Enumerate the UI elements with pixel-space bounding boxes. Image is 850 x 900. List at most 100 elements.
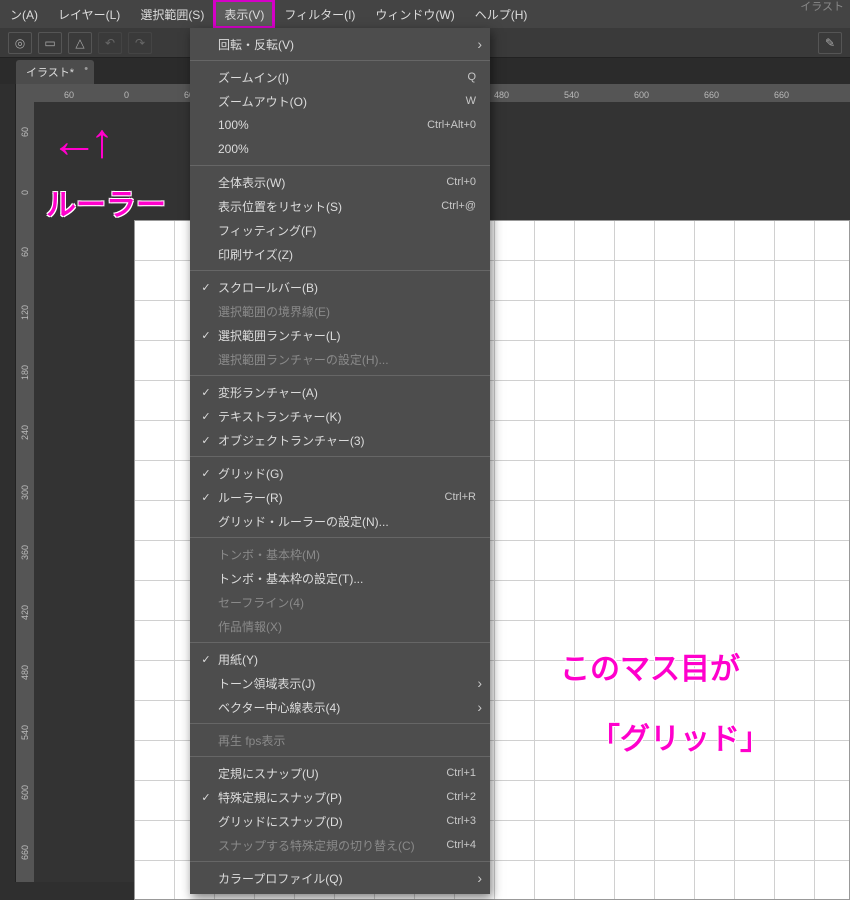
menu-item: 再生 fps表示 — [190, 728, 490, 752]
check-icon: ✓ — [198, 653, 214, 666]
menu-item-filter[interactable]: フィルター(I) — [274, 0, 365, 28]
menu-separator — [190, 60, 490, 61]
menu-item[interactable]: ✓用紙(Y) — [190, 647, 490, 671]
menu-item-label: グリッドにスナップ(D) — [214, 813, 446, 830]
menu-item[interactable]: ✓ルーラー(R)Ctrl+R — [190, 485, 490, 509]
menu-separator — [190, 756, 490, 757]
menu-item[interactable]: 表示位置をリセット(S)Ctrl+@ — [190, 194, 490, 218]
check-icon: ✓ — [198, 386, 214, 399]
tool-icon-pen[interactable]: ✎ — [818, 32, 842, 54]
menu-item-accelerator: Ctrl+Alt+0 — [427, 119, 476, 131]
menu-item: スナップする特殊定規の切り替え(C)Ctrl+4 — [190, 833, 490, 857]
menu-item[interactable]: グリッドにスナップ(D)Ctrl+3 — [190, 809, 490, 833]
h-tick: 660 — [774, 90, 789, 100]
h-tick: 0 — [124, 90, 129, 100]
corner-label: イラスト — [800, 0, 844, 14]
menu-item[interactable]: 回転・反転(V) — [190, 32, 490, 56]
menu-item-label: 変形ランチャー(A) — [214, 384, 476, 401]
menu-item-label: 再生 fps表示 — [214, 732, 476, 749]
menu-item[interactable]: ✓選択範囲ランチャー(L) — [190, 323, 490, 347]
menu-separator — [190, 642, 490, 643]
menu-item-label: スナップする特殊定規の切り替え(C) — [214, 837, 446, 854]
menu-item-label: 定規にスナップ(U) — [214, 765, 446, 782]
menu-item-0[interactable]: ン(A) — [0, 0, 48, 28]
menu-item-label: 特殊定規にスナップ(P) — [214, 789, 446, 806]
tool-icon-e[interactable]: ↷ — [128, 32, 152, 54]
menu-item[interactable]: ベクター中心線表示(4) — [190, 695, 490, 719]
menu-item-label: ルーラー(R) — [214, 489, 445, 506]
menu-item-label: ベクター中心線表示(4) — [214, 699, 476, 716]
menu-item[interactable]: 200% — [190, 137, 490, 161]
menu-item-view[interactable]: 表示(V) — [214, 0, 274, 28]
menu-item-label: 全体表示(W) — [214, 174, 446, 191]
menu-separator — [190, 537, 490, 538]
tool-icon-b[interactable]: ▭ — [38, 32, 62, 54]
menu-item-accelerator: W — [466, 95, 476, 107]
menu-item-label: 表示位置をリセット(S) — [214, 198, 441, 215]
menu-item-layer[interactable]: レイヤー(L) — [48, 0, 130, 28]
menu-item[interactable]: ズームイン(I)Q — [190, 65, 490, 89]
ruler-corner — [16, 84, 34, 102]
v-tick: 480 — [16, 652, 34, 692]
menu-item-accelerator: Ctrl+R — [445, 491, 476, 503]
tool-icon-c[interactable]: △ — [68, 32, 92, 54]
menu-item: 選択範囲ランチャーの設定(H)... — [190, 347, 490, 371]
h-tick: 600 — [634, 90, 649, 100]
h-tick: 540 — [564, 90, 579, 100]
menu-item-label: セーフライン(4) — [214, 594, 476, 611]
menu-item[interactable]: トンボ・基本枠の設定(T)... — [190, 566, 490, 590]
menu-item[interactable]: ✓オブジェクトランチャー(3) — [190, 428, 490, 452]
menu-item[interactable]: グリッド・ルーラーの設定(N)... — [190, 509, 490, 533]
menu-item[interactable]: 全体表示(W)Ctrl+0 — [190, 170, 490, 194]
menu-item-label: トンボ・基本枠(M) — [214, 546, 476, 563]
v-tick: 0 — [16, 172, 34, 212]
menu-item-accelerator: Ctrl+2 — [446, 791, 476, 803]
check-icon: ✓ — [198, 410, 214, 423]
menu-item[interactable]: ✓特殊定規にスナップ(P)Ctrl+2 — [190, 785, 490, 809]
menu-item-label: スクロールバー(B) — [214, 279, 476, 296]
ruler-vertical: 60 0 60 120 180 240 300 360 420 480 540 … — [16, 102, 34, 882]
view-menu-dropdown: 回転・反転(V)ズームイン(I)Qズームアウト(O)W100%Ctrl+Alt+… — [190, 28, 490, 894]
check-icon: ✓ — [198, 281, 214, 294]
menu-item[interactable]: 100%Ctrl+Alt+0 — [190, 113, 490, 137]
menu-item-label: テキストランチャー(K) — [214, 408, 476, 425]
menu-separator — [190, 165, 490, 166]
menu-item-label: フィッティング(F) — [214, 222, 476, 239]
check-icon: ✓ — [198, 791, 214, 804]
tool-icon-a[interactable]: ◎ — [8, 32, 32, 54]
menu-item[interactable]: 定規にスナップ(U)Ctrl+1 — [190, 761, 490, 785]
menu-separator — [190, 456, 490, 457]
menu-item: 選択範囲の境界線(E) — [190, 299, 490, 323]
check-icon: ✓ — [198, 434, 214, 447]
menu-item[interactable]: トーン領域表示(J) — [190, 671, 490, 695]
menu-item-label: カラープロファイル(Q) — [214, 870, 476, 887]
tool-icon-d[interactable]: ↶ — [98, 32, 122, 54]
menu-item-help[interactable]: ヘルプ(H) — [465, 0, 538, 28]
menu-item[interactable]: ✓テキストランチャー(K) — [190, 404, 490, 428]
check-icon: ✓ — [198, 329, 214, 342]
menu-item[interactable]: フィッティング(F) — [190, 218, 490, 242]
menu-separator — [190, 270, 490, 271]
menu-item-window[interactable]: ウィンドウ(W) — [365, 0, 464, 28]
menu-item[interactable]: ✓スクロールバー(B) — [190, 275, 490, 299]
menu-item-selection[interactable]: 選択範囲(S) — [130, 0, 214, 28]
menu-item-label: 200% — [214, 142, 476, 156]
menubar: ン(A) レイヤー(L) 選択範囲(S) 表示(V) フィルター(I) ウィンド… — [0, 0, 850, 28]
menu-item-label: 作品情報(X) — [214, 618, 476, 635]
document-tab[interactable]: イラスト* — [16, 60, 94, 84]
menu-item[interactable]: 印刷サイズ(Z) — [190, 242, 490, 266]
h-tick: 660 — [704, 90, 719, 100]
check-icon: ✓ — [198, 491, 214, 504]
menu-item[interactable]: ✓変形ランチャー(A) — [190, 380, 490, 404]
menu-item-label: トンボ・基本枠の設定(T)... — [214, 570, 476, 587]
menu-item[interactable]: ズームアウト(O)W — [190, 89, 490, 113]
menu-item-accelerator: Ctrl+4 — [446, 839, 476, 851]
menu-item-label: ズームアウト(O) — [214, 93, 466, 110]
menu-item-label: 選択範囲の境界線(E) — [214, 303, 476, 320]
menu-item-label: 回転・反転(V) — [214, 36, 476, 53]
menu-item[interactable]: カラープロファイル(Q) — [190, 866, 490, 890]
menu-item-label: オブジェクトランチャー(3) — [214, 432, 476, 449]
menu-item-label: ズームイン(I) — [214, 69, 467, 86]
v-tick: 540 — [16, 712, 34, 752]
menu-item[interactable]: ✓グリッド(G) — [190, 461, 490, 485]
